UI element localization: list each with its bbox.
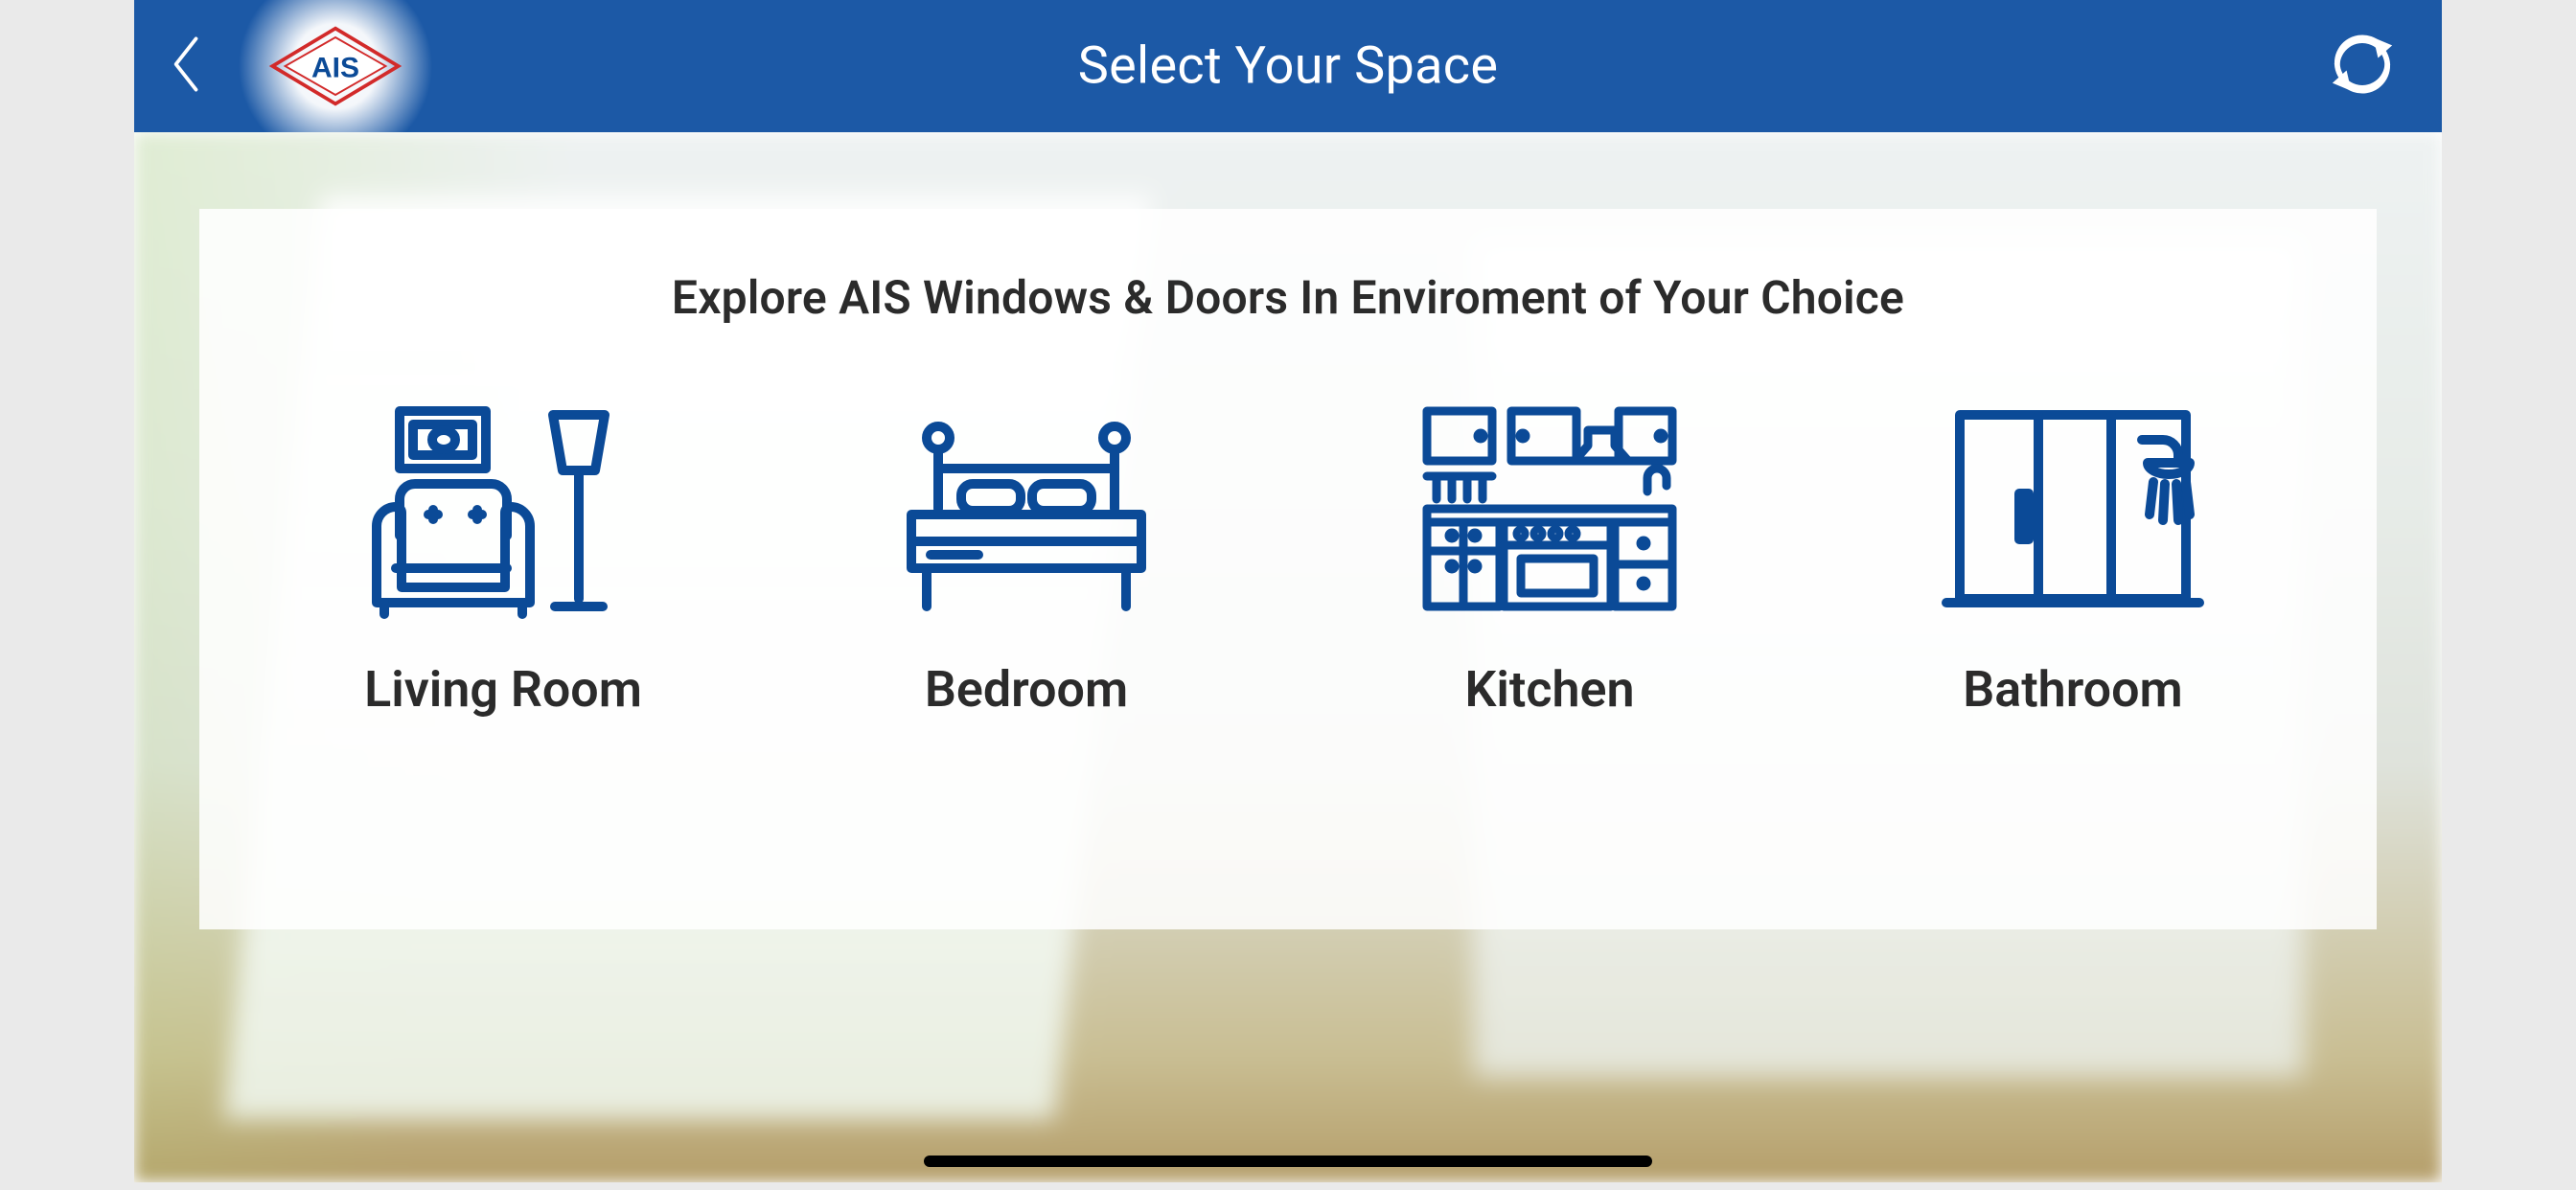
space-label: Kitchen [1464,660,1634,719]
space-option-kitchen[interactable]: Kitchen [1396,401,1703,719]
back-button[interactable] [134,0,240,132]
selection-panel: Explore AIS Windows & Doors In Enviromen… [199,209,2377,929]
space-label: Living Room [364,660,642,719]
svg-text:AIS: AIS [311,52,359,83]
ais-logo-icon: AIS [264,23,407,109]
space-label: Bathroom [1963,660,2182,719]
home-indicator [924,1156,1652,1167]
refresh-button[interactable] [2321,25,2404,107]
space-option-bedroom[interactable]: Bedroom [873,401,1180,719]
space-label: Bedroom [925,660,1128,719]
subtitle: Explore AIS Windows & Doors In Enviromen… [672,270,1904,325]
kitchen-icon [1396,401,1703,622]
space-option-bathroom[interactable]: Bathroom [1920,401,2226,719]
page-title: Select Your Space [1078,36,1499,97]
spaces-grid: Living Room [242,401,2334,719]
brand-logo: AIS [240,0,431,132]
refresh-icon [2323,25,2402,107]
livingroom-icon [350,401,656,622]
chevron-left-icon [169,34,205,99]
app-window: AIS Select Your Space [134,0,2442,1182]
bathroom-icon [1920,401,2226,622]
content-area: Explore AIS Windows & Doors In Enviromen… [134,132,2442,1182]
space-option-living-room[interactable]: Living Room [350,401,656,719]
header-bar: AIS Select Your Space [134,0,2442,132]
bedroom-icon [873,401,1180,622]
